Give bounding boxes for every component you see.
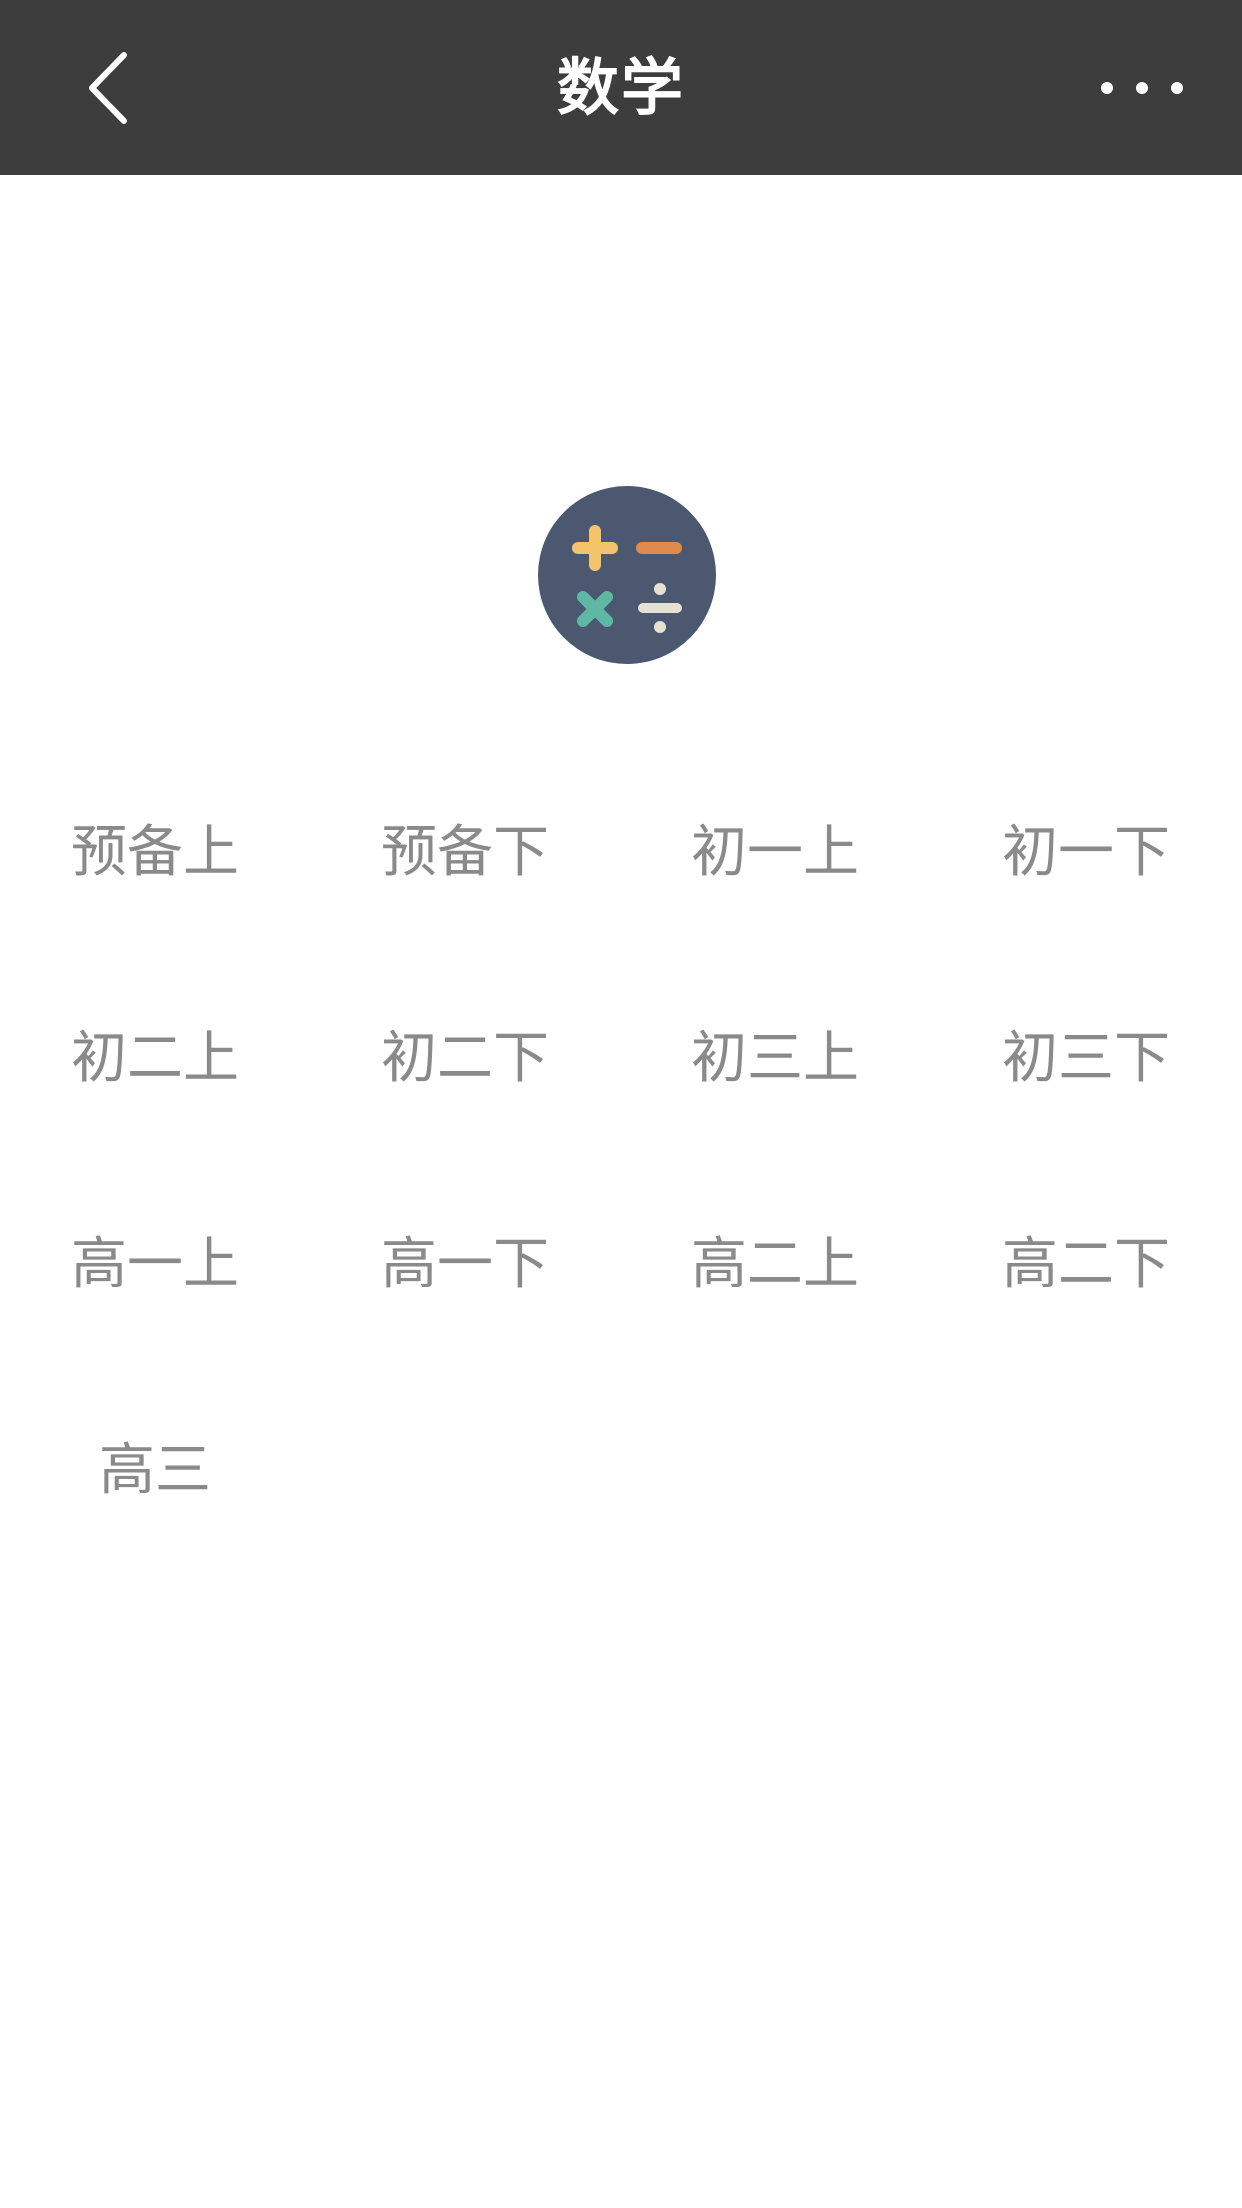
grade-item-senior2-first[interactable]: 高二上 — [620, 1182, 930, 1336]
grade-item-junior2-first[interactable]: 初二上 — [0, 976, 310, 1130]
grade-item-junior1-second[interactable]: 初一下 — [930, 770, 1242, 924]
chevron-left-icon — [89, 52, 127, 124]
grade-item-senior2-second[interactable]: 高二下 — [930, 1182, 1242, 1336]
grade-item-junior1-first[interactable]: 初一上 — [620, 770, 930, 924]
grade-grid: 预备上 预备下 初一上 初一下 初二上 初二下 初三上 初三下 高一上 高一下 … — [0, 770, 1242, 1594]
grade-item-senior3[interactable]: 高三 — [0, 1388, 310, 1542]
grade-item-senior1-first[interactable]: 高一上 — [0, 1182, 310, 1336]
grade-item-senior1-second[interactable]: 高一下 — [310, 1182, 620, 1336]
math-calculator-icon — [537, 485, 717, 665]
page-title: 数学 — [556, 51, 685, 124]
more-dots-icon — [1101, 82, 1183, 94]
grade-item-prep-first[interactable]: 预备上 — [0, 770, 310, 924]
grade-item-prep-second[interactable]: 预备下 — [310, 770, 620, 924]
back-button[interactable] — [60, 38, 160, 138]
grade-item-junior3-first[interactable]: 初三上 — [620, 976, 930, 1130]
grade-item-junior3-second[interactable]: 初三下 — [930, 976, 1242, 1130]
grade-item-junior2-second[interactable]: 初二下 — [310, 976, 620, 1130]
more-button[interactable] — [1072, 38, 1212, 138]
top-navbar: 数学 — [0, 0, 1242, 175]
